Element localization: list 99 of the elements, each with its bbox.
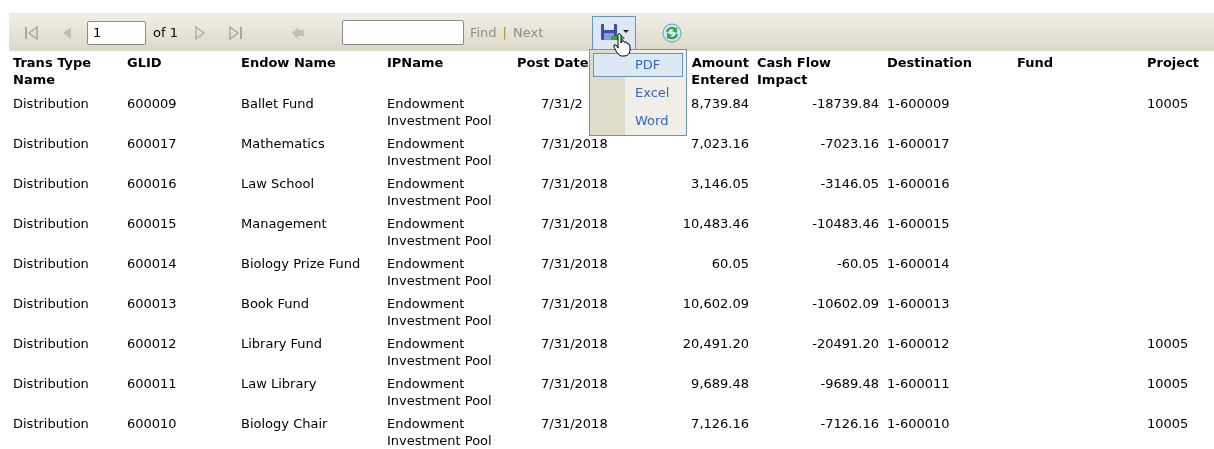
next-page-icon[interactable] xyxy=(193,24,206,41)
table-cell: Distribution xyxy=(13,96,89,111)
table-cell: 7,126.16 xyxy=(691,416,749,431)
table-cell-text: 7/31/2018 xyxy=(541,175,609,192)
table-cell: -60.05 xyxy=(837,256,879,271)
page-number-field[interactable]: 1 xyxy=(87,20,146,45)
table-cell: 8,739.84 xyxy=(691,96,749,111)
table-cell: -3146.05 xyxy=(820,176,879,191)
page-count: of 1 xyxy=(153,25,178,40)
table-cell: Endowment Investment Pool xyxy=(387,176,492,208)
table-cell: Endowment Investment Pool xyxy=(387,416,492,448)
column-header: GLID xyxy=(127,55,162,70)
table-cell-text: 7/31/2018 xyxy=(541,295,609,312)
table-cell: Distribution xyxy=(13,216,89,231)
table-cell: -9689.48 xyxy=(820,376,879,391)
table-cell: Law Library xyxy=(241,376,317,391)
table-cell: 10005 xyxy=(1147,376,1189,391)
table-cell: Law School xyxy=(241,176,315,191)
table-cell-text: 7/31/2018 xyxy=(541,415,609,432)
table-cell: 3,146.05 xyxy=(691,176,749,191)
table-cell: Distribution xyxy=(13,256,89,271)
column-header: Fund xyxy=(1017,55,1054,70)
table-cell: Book Fund xyxy=(241,296,309,311)
column-header: Project xyxy=(1147,55,1200,70)
table-cell: 600015 xyxy=(127,216,177,231)
table-cell: Endowment Investment Pool xyxy=(387,296,492,328)
table-cell: 1-600009 xyxy=(887,96,950,111)
table-cell: 600010 xyxy=(127,416,177,431)
table-cell: Distribution xyxy=(13,336,89,351)
table-cell-text: 7/31/2 xyxy=(541,95,584,112)
column-header: Endow Name xyxy=(241,55,336,70)
menu-item[interactable]: PDF xyxy=(593,53,683,77)
table-cell: Biology Chair xyxy=(241,416,328,431)
table-cell: 1-600015 xyxy=(887,216,950,231)
table-cell: -10602.09 xyxy=(812,296,879,311)
table-cell: 1-600014 xyxy=(887,256,950,271)
column-header: Cash Flow Impact xyxy=(757,55,832,87)
table-cell: 1-600010 xyxy=(887,416,950,431)
table-cell: Biology Prize Fund xyxy=(241,256,361,271)
table-cell: 600014 xyxy=(127,256,177,271)
table-cell: 10005 xyxy=(1147,416,1189,431)
table-cell: Distribution xyxy=(13,416,89,431)
table-cell-text: 7/31/2018 xyxy=(541,215,609,232)
table-cell: 10,602.09 xyxy=(682,296,749,311)
find-field[interactable] xyxy=(341,20,464,45)
table-cell: -7023.16 xyxy=(820,136,879,151)
table-cell: -18739.84 xyxy=(812,96,879,111)
next-link[interactable]: Next xyxy=(512,25,544,40)
table-cell: 7,023.16 xyxy=(691,136,749,151)
table-cell: 600017 xyxy=(127,136,177,151)
table-cell: Ballet Fund xyxy=(241,96,314,111)
table-cell: 20,491.20 xyxy=(682,336,749,351)
column-header: Post Date xyxy=(517,55,589,70)
table-cell: 600016 xyxy=(127,176,177,191)
table-cell: 1-600017 xyxy=(887,136,950,151)
table-cell: Library Fund xyxy=(241,336,323,351)
table-cell: -10483.46 xyxy=(812,216,879,231)
table-cell: 60.05 xyxy=(711,256,749,271)
table-cell: 600009 xyxy=(127,96,177,111)
table-cell: Distribution xyxy=(13,376,89,391)
column-header: Trans Type Name xyxy=(13,55,92,87)
refresh-icon[interactable] xyxy=(662,22,683,43)
table-cell: Endowment Investment Pool xyxy=(387,96,492,128)
table-cell: 9,689.48 xyxy=(691,376,749,391)
table-cell: Distribution xyxy=(13,136,89,151)
table-cell: 1-600011 xyxy=(887,376,950,391)
table-cell: 10005 xyxy=(1147,96,1189,111)
table-cell: 10,483.46 xyxy=(682,216,749,231)
table-cell: 1-600016 xyxy=(887,176,950,191)
column-header: Amount Entered xyxy=(691,54,749,88)
table-cell: Endowment Investment Pool xyxy=(387,136,492,168)
column-header: IPName xyxy=(387,55,444,70)
last-page-icon[interactable] xyxy=(227,24,244,41)
table-cell: -7126.16 xyxy=(820,416,879,431)
table-cell: 1-600012 xyxy=(887,336,950,351)
table-cell: 10005 xyxy=(1147,336,1189,351)
table-cell: Endowment Investment Pool xyxy=(387,376,492,408)
table-cell: Mathematics xyxy=(241,136,325,151)
table-cell: Endowment Investment Pool xyxy=(387,256,492,288)
table-cell: 600013 xyxy=(127,296,177,311)
table-cell: -20491.20 xyxy=(812,336,879,351)
table-cell-text: 7/31/2018 xyxy=(541,255,609,272)
table-cell-text: 7/31/2018 xyxy=(541,335,609,352)
table-cell: Distribution xyxy=(13,176,89,191)
table-cell: 600012 xyxy=(127,336,177,351)
previous-page-icon[interactable] xyxy=(61,24,73,41)
table-cell: Endowment Investment Pool xyxy=(387,336,492,368)
table-cell-text: 7/31/2018 xyxy=(541,375,609,392)
column-header: Destination xyxy=(887,55,972,70)
table-cell: 1-600013 xyxy=(887,296,950,311)
hand-cursor-icon xyxy=(613,33,631,57)
table-cell-text: 7/31/2018 xyxy=(541,135,609,152)
table-cell: Endowment Investment Pool xyxy=(387,216,492,248)
table-cell: Distribution xyxy=(13,296,89,311)
menu-item[interactable]: Word xyxy=(593,109,683,133)
separator: | xyxy=(502,25,507,40)
menu-item[interactable]: Excel xyxy=(593,81,683,105)
table-cell: Management xyxy=(241,216,327,231)
table-cell: 600011 xyxy=(127,376,177,391)
